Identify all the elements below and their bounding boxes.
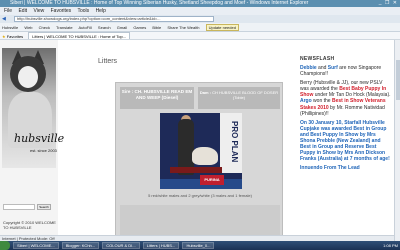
dam-name: CH HUBSVILLE BLOOD OF DOSER	[212, 90, 279, 95]
news-highlight: On 30 January 10, Starfall Hubsville Cup…	[300, 119, 390, 163]
site-logo-text[interactable]: hubsville	[14, 132, 64, 145]
show-table	[170, 167, 222, 173]
menu-favorites[interactable]: Favorites	[51, 8, 72, 14]
toolbar-item-search[interactable]: Search	[98, 25, 111, 30]
menu-bar: File Edit View Favorites Tools Help	[0, 7, 400, 15]
scrollbar-thumb[interactable]	[396, 60, 400, 100]
news-highlight: Best Baby Puppy In Show	[300, 86, 387, 99]
start-button[interactable]	[0, 241, 10, 250]
news-item: On 30 January 10, Starfall Hubsville Cup…	[300, 120, 392, 163]
page-viewport: hubsville est. since 2003 Search Copyrig…	[0, 40, 394, 241]
litter-caption: 5 red/white males and 2 grey/white (3 ma…	[148, 193, 252, 198]
update-needed-button[interactable]: Update needed	[205, 24, 239, 31]
newsflash-title: NEWSFLASH	[300, 56, 335, 62]
sponsor-banner-text: PRO PLAN	[230, 121, 239, 163]
taskbar-item[interactable]: Litters | HUBS...	[142, 242, 180, 250]
toolbar-item-hubsville[interactable]: Hubsville	[2, 25, 18, 30]
newsflash-column: NEWSFLASH Debbie and Surf are now Singap…	[300, 56, 392, 241]
table-lower-panel	[120, 205, 280, 237]
news-highlight: Debbie	[300, 65, 317, 71]
taskbar-item[interactable]: Siberi | WELCOME...	[13, 242, 59, 250]
search-button[interactable]: Search	[37, 204, 51, 210]
sidebar: hubsville est. since 2003 Search Copyrig…	[0, 40, 64, 241]
menu-view[interactable]: View	[33, 8, 44, 14]
dam-label: Dam :	[199, 90, 211, 95]
toolbar-item-check[interactable]: Check	[39, 25, 50, 30]
address-bar: ◀ http://hubsville.showdogs.org/index.ph…	[0, 15, 400, 23]
news-highlight: Surf	[327, 65, 338, 71]
taskbar: Siberi | WELCOME... Blogger: KChh... COL…	[0, 241, 400, 250]
favorites-bar: ★ Favorites Litters | WELCOME TO HUBSVIL…	[0, 32, 400, 40]
taskbar-item[interactable]: COLOUR & DI...	[102, 242, 140, 250]
window-controls[interactable]: _ ❐ ✕	[379, 0, 398, 7]
taskbar-clock[interactable]: 1:08 PM	[383, 241, 398, 250]
show-dog	[192, 147, 218, 165]
star-icon[interactable]: ★	[2, 34, 6, 39]
site-logo-subtitle: est. since 2003	[30, 148, 57, 153]
page-title: Litters	[98, 58, 118, 65]
toolbar-item-autofill[interactable]: AutoFill	[78, 25, 91, 30]
dog-face	[18, 66, 38, 88]
menu-tools[interactable]: Tools	[77, 8, 89, 14]
address-input[interactable]: http://hubsville.showdogs.org/index.php?…	[14, 16, 214, 22]
dam-nickname: (Tobie)	[232, 95, 246, 100]
back-icon[interactable]: ◀	[2, 15, 6, 23]
search-input[interactable]	[3, 204, 35, 210]
menu-edit[interactable]: Edit	[18, 8, 27, 14]
dam-cell: Dam : CH HUBSVILLE BLOOD OF DOSER (Tobie…	[198, 87, 280, 109]
menu-help[interactable]: Help	[96, 8, 106, 14]
favorites-label[interactable]: Favorites	[7, 34, 23, 39]
toolbar-item-gmail[interactable]: Gmail	[117, 25, 127, 30]
copyright-text: Copyright © 2010 WELCOME TO HUBSVILLE	[3, 220, 56, 230]
taskbar-item[interactable]: Hubsville_0...	[182, 242, 215, 250]
window-title-bar: Siberi | WELCOME TO HUBSVILLE : Home of …	[0, 0, 400, 7]
menu-file[interactable]: File	[4, 8, 12, 14]
news-highlight: Argo	[300, 98, 312, 105]
toolbar-item-web[interactable]: Web	[24, 25, 32, 30]
dog-show-photo[interactable]: PRO PLAN PURINA	[160, 113, 242, 189]
news-item: Berry (Hubsville & JJ), our new PSLV was…	[300, 80, 391, 117]
taskbar-item[interactable]: Blogger: KChh...	[61, 242, 100, 250]
window-title: Siberi | WELCOME TO HUBSVILLE : Home of …	[10, 0, 309, 6]
browser-tab[interactable]: Litters | WELCOME TO HUBSVILLE : Home of…	[28, 32, 131, 39]
toolbar: Hubsville Web Check Translate AutoFill S…	[0, 23, 400, 32]
news-item: Debbie and Surf are now Singapore Champi…	[300, 65, 382, 78]
news-item: Innuendo From The Lead	[300, 165, 360, 172]
litter-table: Sire : CH. HUBSVILLE READ EM AND WEEP (D…	[115, 82, 283, 240]
toolbar-item-translate[interactable]: Translate	[56, 25, 73, 30]
news-highlight: Best in Show Veterans Stakes 2010	[300, 98, 386, 111]
toolbar-item-bible[interactable]: Bible	[152, 25, 161, 30]
sponsor-logo: PURINA	[200, 175, 224, 185]
toolbar-item-share[interactable]: Share The Wealth	[167, 25, 199, 30]
toolbar-item-games[interactable]: Games	[133, 25, 146, 30]
vertical-scrollbar[interactable]	[394, 40, 400, 241]
sire-cell: Sire : CH. HUBSVILLE READ EM AND WEEP (D…	[120, 87, 194, 109]
